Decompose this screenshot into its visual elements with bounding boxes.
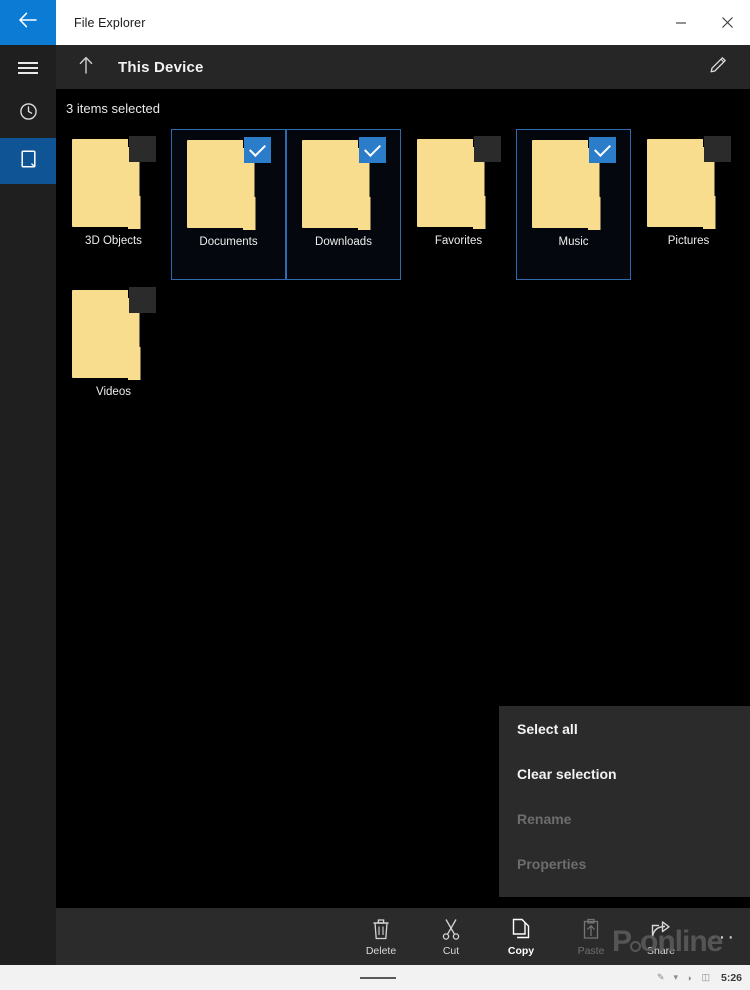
folder-label: 3D Objects bbox=[85, 235, 142, 247]
context-menu-item[interactable]: Clear selection bbox=[499, 751, 750, 796]
taskbar-handle[interactable] bbox=[360, 976, 396, 979]
watermark-text-b: online bbox=[640, 925, 723, 958]
close-button[interactable] bbox=[704, 0, 750, 45]
up-arrow-icon bbox=[78, 55, 94, 80]
folder-tile[interactable]: Music bbox=[516, 129, 631, 280]
folder-tile[interactable]: Favorites bbox=[401, 129, 516, 280]
folder-label: Favorites bbox=[434, 235, 483, 247]
taskbar: ✎ ▾ ◗ ◫ 5:26 bbox=[0, 965, 750, 990]
folder-icon-wrap bbox=[71, 136, 156, 229]
checkmark-icon bbox=[593, 140, 611, 157]
folder-icon-wrap bbox=[186, 137, 271, 230]
minimize-button[interactable] bbox=[658, 0, 704, 45]
battery-icon[interactable]: ◫ bbox=[701, 972, 710, 983]
folder-label: Videos bbox=[96, 386, 131, 398]
selection-status: 3 items selected bbox=[66, 101, 160, 116]
selection-checkbox[interactable] bbox=[128, 136, 156, 162]
file-explorer-window: File Explorer This Device 3 items select… bbox=[0, 0, 750, 990]
back-arrow-icon bbox=[18, 12, 38, 33]
folder-tile[interactable]: 3D Objects bbox=[56, 129, 171, 280]
folder-icon-wrap bbox=[646, 136, 731, 229]
folder-label: Documents bbox=[199, 236, 258, 248]
folder-label: Music bbox=[558, 236, 589, 248]
this-device-icon bbox=[20, 149, 37, 174]
selection-checkbox[interactable] bbox=[473, 136, 501, 162]
close-icon bbox=[721, 16, 734, 29]
sidebar-item-recent[interactable] bbox=[0, 90, 56, 138]
command-bar: This Device bbox=[56, 45, 750, 89]
folder-icon-wrap bbox=[301, 137, 386, 230]
command-cut-button[interactable]: Cut bbox=[416, 908, 486, 965]
command-label: Copy bbox=[507, 944, 535, 957]
folder-icon-wrap bbox=[531, 137, 616, 230]
folder-tile[interactable]: Pictures bbox=[631, 129, 746, 280]
selection-checkbox[interactable] bbox=[128, 287, 156, 313]
system-tray: ✎ ▾ ◗ ◫ 5:26 bbox=[657, 972, 742, 984]
taskbar-clock: 5:26 bbox=[720, 971, 742, 984]
rail-filler bbox=[0, 184, 56, 966]
network-icon[interactable]: ▾ bbox=[674, 972, 679, 983]
context-menu-item[interactable]: Select all bbox=[499, 706, 750, 751]
pen-icon[interactable]: ✎ bbox=[657, 972, 665, 983]
checkmark-icon bbox=[363, 140, 381, 157]
navigation-rail bbox=[0, 0, 56, 966]
pencil-edit-icon bbox=[708, 55, 728, 80]
paste-icon bbox=[580, 917, 602, 941]
folder-grid-row: 3D Objects Documents Downloads Favorites Mus… bbox=[56, 129, 750, 280]
folder-icon-wrap bbox=[71, 287, 156, 380]
hamburger-menu-button[interactable] bbox=[0, 45, 56, 90]
sidebar-item-this-device[interactable] bbox=[0, 138, 56, 184]
command-label: Delete bbox=[365, 944, 397, 957]
rail-bottom-filler bbox=[0, 908, 56, 965]
edit-button[interactable] bbox=[698, 45, 738, 89]
context-menu-item: Properties bbox=[517, 855, 587, 872]
scissors-icon bbox=[440, 917, 462, 941]
back-button[interactable] bbox=[0, 0, 56, 45]
title-bar: File Explorer bbox=[56, 0, 750, 45]
selection-checkbox[interactable] bbox=[358, 137, 386, 163]
folder-tile[interactable]: Videos bbox=[56, 280, 171, 431]
page-title: This Device bbox=[118, 58, 204, 76]
context-menu[interactable]: Select all Clear selection Rename Propertie… bbox=[499, 706, 750, 897]
minimize-icon bbox=[675, 17, 687, 29]
folder-tile[interactable]: Downloads bbox=[286, 129, 401, 280]
clock-recent-icon bbox=[19, 102, 38, 126]
folder-icon-wrap bbox=[416, 136, 501, 229]
watermark: Ponline bbox=[612, 925, 723, 959]
watermark-ring-icon bbox=[630, 941, 642, 952]
selection-checkbox[interactable] bbox=[243, 137, 271, 163]
selection-checkbox[interactable] bbox=[703, 136, 731, 162]
context-menu-item: Rename bbox=[517, 810, 572, 827]
folder-grid: 3D Objects Documents Downloads Favorites Mus… bbox=[56, 129, 750, 431]
command-label: Cut bbox=[442, 944, 460, 957]
checkmark-icon bbox=[248, 140, 266, 157]
command-label: Paste bbox=[577, 944, 605, 957]
file-grid-area[interactable]: 3 items selected 3D Objects Documents Down… bbox=[56, 89, 750, 908]
window-title: File Explorer bbox=[74, 15, 146, 30]
window-controls bbox=[658, 0, 750, 45]
command-copy-button[interactable]: Copy bbox=[486, 908, 556, 965]
folder-label: Pictures bbox=[667, 235, 710, 247]
watermark-text-a: P bbox=[612, 925, 632, 958]
hamburger-menu-icon bbox=[18, 59, 38, 77]
folder-grid-row: Videos bbox=[56, 280, 750, 431]
command-delete-button[interactable]: Delete bbox=[346, 908, 416, 965]
folder-label: Downloads bbox=[315, 236, 372, 248]
folder-tile[interactable]: Documents bbox=[171, 129, 286, 280]
trash-icon bbox=[370, 917, 392, 941]
selection-checkbox[interactable] bbox=[588, 137, 616, 163]
navigate-up-button[interactable] bbox=[64, 45, 108, 89]
volume-icon[interactable]: ◗ bbox=[687, 973, 692, 983]
copy-icon bbox=[510, 917, 532, 941]
